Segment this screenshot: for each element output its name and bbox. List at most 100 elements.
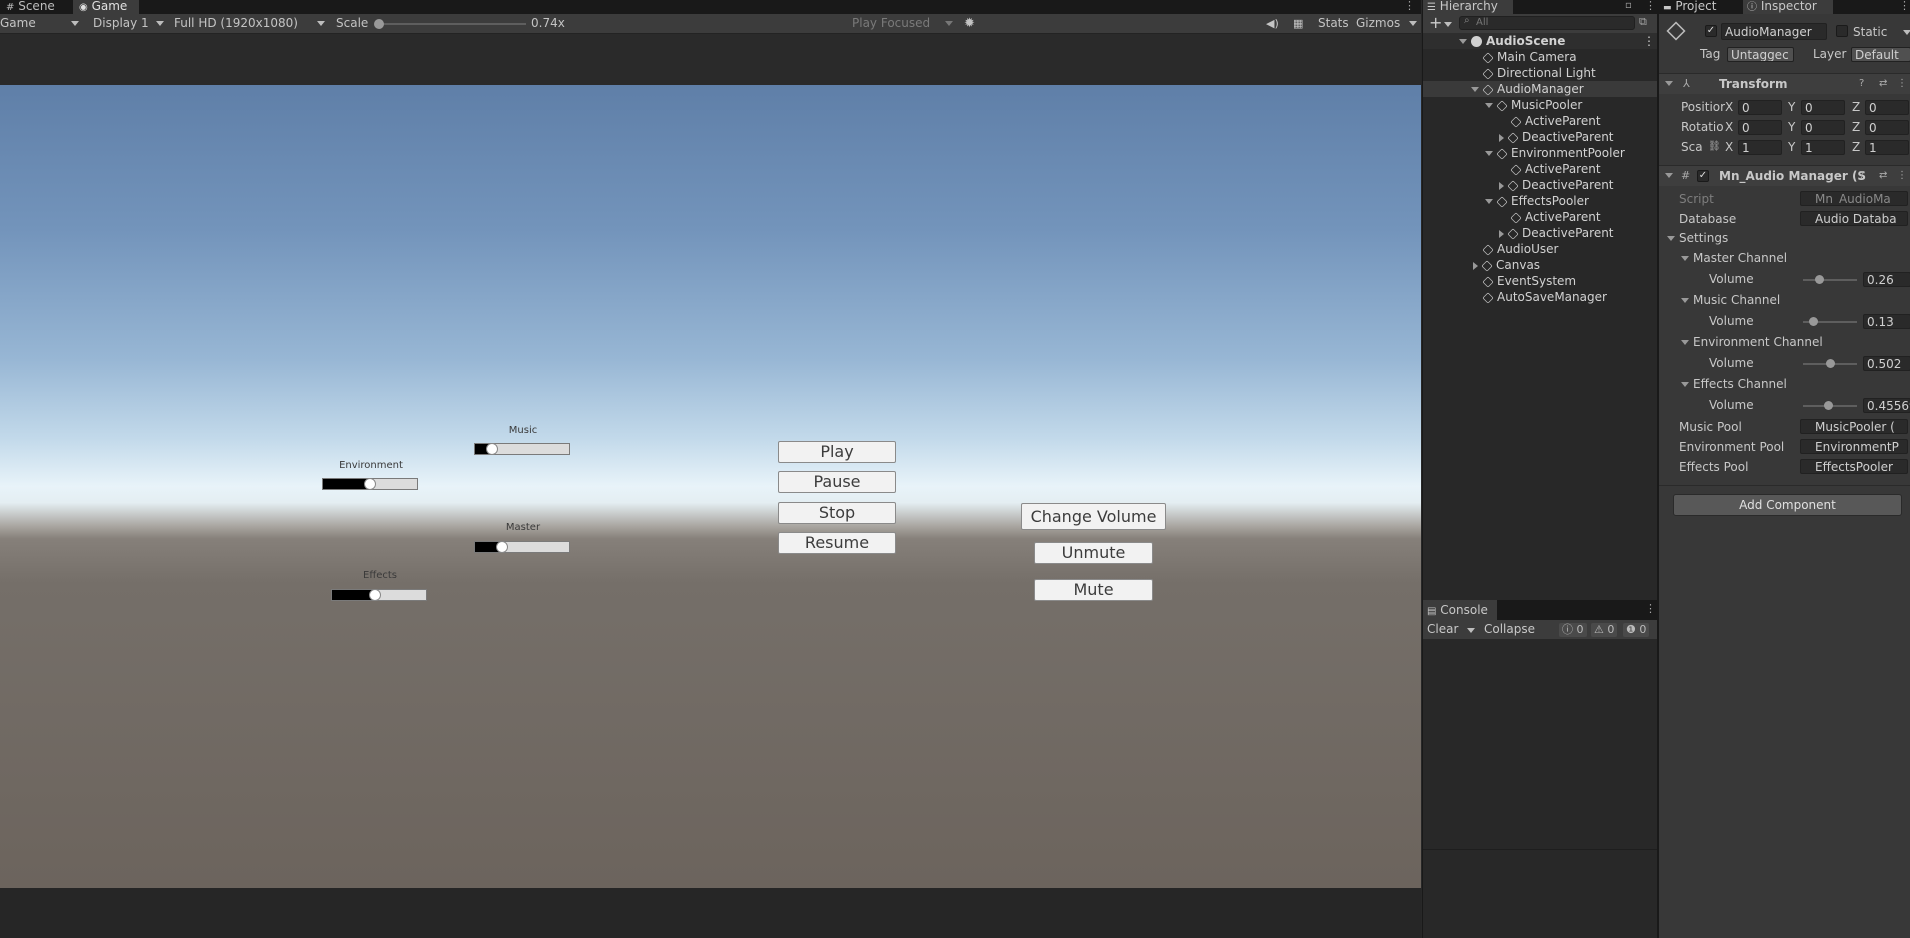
rotation-z-field[interactable]: 0 bbox=[1865, 120, 1909, 135]
layer-dropdown[interactable]: Default bbox=[1851, 47, 1910, 62]
change-volume-button[interactable]: Change Volume bbox=[1021, 503, 1166, 530]
expand-arrow-icon[interactable] bbox=[1665, 173, 1673, 178]
play-button[interactable]: Play bbox=[778, 441, 896, 463]
keyboard-icon[interactable]: ▦ bbox=[1293, 14, 1303, 33]
stop-button[interactable]: Stop bbox=[778, 502, 896, 524]
error-count-toggle[interactable]: ❶ 0 bbox=[1623, 623, 1650, 637]
scale-y-field[interactable]: 1 bbox=[1801, 140, 1845, 155]
environment-pool-field[interactable]: EnvironmentP bbox=[1800, 439, 1908, 454]
more-options-icon[interactable]: ⋮ bbox=[1897, 78, 1907, 89]
add-component-button[interactable]: Add Component bbox=[1673, 494, 1902, 516]
slider-handle[interactable] bbox=[1824, 401, 1833, 410]
tab-inspector[interactable]: ⓘ Inspector bbox=[1743, 0, 1833, 14]
hierarchy-item[interactable]: ActiveParent bbox=[1423, 161, 1601, 177]
scene-visibility-icon[interactable]: ⧉ bbox=[1639, 15, 1647, 29]
play-mode-dropdown[interactable]: Play Focused bbox=[852, 14, 930, 33]
hierarchy-item-selected[interactable]: AudioManager bbox=[1423, 81, 1658, 97]
position-z-field[interactable]: 0 bbox=[1865, 100, 1909, 115]
effects-pool-field[interactable]: EffectsPooler bbox=[1800, 459, 1908, 474]
hierarchy-item[interactable]: DeactiveParent bbox=[1423, 129, 1614, 145]
clear-button[interactable]: Clear bbox=[1427, 620, 1458, 639]
hierarchy-item[interactable]: Main Camera bbox=[1423, 49, 1577, 65]
effects-volume-field[interactable]: 0.45569 bbox=[1863, 398, 1910, 413]
master-volume-slider[interactable] bbox=[474, 541, 570, 553]
scale-x-field[interactable]: 1 bbox=[1738, 140, 1782, 155]
music-channel-foldout[interactable]: Music Channel bbox=[1681, 292, 1910, 308]
tab-console[interactable]: ▤ Console bbox=[1423, 600, 1497, 620]
music-pool-field[interactable]: MusicPooler ( bbox=[1800, 419, 1908, 434]
unmute-button[interactable]: Unmute bbox=[1034, 542, 1153, 564]
rotation-y-field[interactable]: 0 bbox=[1801, 120, 1845, 135]
expand-arrow-icon[interactable] bbox=[1499, 133, 1504, 142]
hierarchy-item[interactable]: DeactiveParent bbox=[1423, 225, 1614, 241]
expand-arrow-icon[interactable] bbox=[1665, 81, 1673, 86]
rotation-x-field[interactable]: 0 bbox=[1738, 120, 1782, 135]
speaker-icon[interactable]: ◀) bbox=[1266, 14, 1279, 33]
master-channel-foldout[interactable]: Master Channel bbox=[1681, 250, 1910, 266]
slider-handle[interactable] bbox=[496, 541, 508, 553]
expand-arrow-icon[interactable] bbox=[1485, 151, 1493, 156]
hierarchy-item[interactable]: ActiveParent bbox=[1423, 113, 1601, 129]
collapse-button[interactable]: Collapse bbox=[1484, 620, 1535, 639]
expand-arrow-icon[interactable] bbox=[1471, 87, 1479, 92]
music-volume-slider[interactable] bbox=[1803, 317, 1857, 326]
tab-scene[interactable]: # Scene bbox=[0, 0, 66, 14]
hierarchy-item[interactable]: EventSystem bbox=[1423, 273, 1576, 289]
more-options-icon[interactable]: ⋮ bbox=[1404, 0, 1415, 12]
bug-icon[interactable]: ✹ bbox=[964, 14, 975, 33]
hierarchy-item[interactable]: EnvironmentPooler bbox=[1423, 145, 1625, 161]
expand-arrow-icon[interactable] bbox=[1681, 382, 1689, 387]
position-y-field[interactable]: 0 bbox=[1801, 100, 1845, 115]
expand-arrow-icon[interactable] bbox=[1681, 298, 1689, 303]
preset-icon[interactable]: ⇄ bbox=[1879, 78, 1887, 89]
slider-handle[interactable] bbox=[1809, 317, 1818, 326]
component-enabled-checkbox[interactable]: ✓ bbox=[1697, 170, 1709, 182]
effects-volume-slider[interactable] bbox=[1803, 401, 1857, 410]
expand-arrow-icon[interactable] bbox=[1485, 103, 1493, 108]
transform-header[interactable]: ⅄ Transform ? ⇄ ⋮ bbox=[1659, 73, 1910, 94]
lock-icon[interactable]: ▫ bbox=[1625, 0, 1632, 11]
mute-button[interactable]: Mute bbox=[1034, 579, 1153, 601]
music-volume-field[interactable]: 0.13 bbox=[1863, 314, 1910, 329]
more-options-icon[interactable]: ⋮ bbox=[1645, 0, 1656, 12]
more-options-icon[interactable]: ⋮ bbox=[1897, 170, 1907, 181]
more-options-icon[interactable]: ⋮ bbox=[1643, 33, 1655, 49]
preset-icon[interactable]: ⇄ bbox=[1879, 170, 1887, 181]
expand-arrow-icon[interactable] bbox=[1681, 256, 1689, 261]
master-volume-slider[interactable] bbox=[1803, 275, 1857, 284]
expand-arrow-icon[interactable] bbox=[1667, 236, 1675, 241]
scale-z-field[interactable]: 1 bbox=[1865, 140, 1909, 155]
add-icon[interactable]: + bbox=[1429, 14, 1442, 31]
master-volume-field[interactable]: 0.26 bbox=[1863, 272, 1910, 287]
gizmos-button[interactable]: Gizmos bbox=[1356, 14, 1400, 33]
resume-button[interactable]: Resume bbox=[778, 532, 896, 554]
slider-handle[interactable] bbox=[364, 478, 376, 490]
object-name-input[interactable]: AudioManager bbox=[1721, 23, 1827, 40]
expand-arrow-icon[interactable] bbox=[1499, 181, 1504, 190]
stats-button[interactable]: Stats bbox=[1318, 14, 1349, 33]
slider-handle[interactable] bbox=[1826, 359, 1835, 368]
tab-game[interactable]: ◉ Game bbox=[73, 0, 139, 14]
help-icon[interactable]: ? bbox=[1859, 170, 1864, 181]
expand-arrow-icon[interactable] bbox=[1681, 340, 1689, 345]
tab-hierarchy[interactable]: ☰ Hierarchy bbox=[1423, 0, 1513, 14]
hierarchy-item[interactable]: AutoSaveManager bbox=[1423, 289, 1607, 305]
link-icon[interactable]: ⛓ bbox=[1708, 141, 1721, 152]
hierarchy-scene-row[interactable]: AudioScene ⋮ bbox=[1423, 33, 1658, 49]
music-volume-slider[interactable] bbox=[474, 443, 570, 455]
log-count-toggle[interactable]: ⓘ 0 bbox=[1559, 623, 1587, 637]
warning-count-toggle[interactable]: ⚠ 0 bbox=[1591, 623, 1618, 637]
environment-channel-foldout[interactable]: Environment Channel bbox=[1681, 334, 1910, 350]
database-field[interactable]: Audio Databa bbox=[1800, 211, 1908, 226]
more-options-icon[interactable]: ⋮ bbox=[1899, 0, 1910, 12]
environment-volume-slider[interactable] bbox=[322, 478, 418, 490]
more-options-icon[interactable]: ⋮ bbox=[1645, 602, 1656, 615]
effects-channel-foldout[interactable]: Effects Channel bbox=[1681, 376, 1910, 392]
effects-volume-slider[interactable] bbox=[331, 589, 427, 601]
settings-foldout[interactable]: Settings bbox=[1667, 230, 1910, 246]
hierarchy-item[interactable]: MusicPooler bbox=[1423, 97, 1582, 113]
game-viewport[interactable]: Music Environment Master Effects Play Pa… bbox=[0, 85, 1421, 888]
display-dropdown[interactable]: Display 1 bbox=[93, 14, 149, 33]
expand-arrow-icon[interactable] bbox=[1473, 261, 1478, 270]
expand-arrow-icon[interactable] bbox=[1459, 39, 1467, 44]
